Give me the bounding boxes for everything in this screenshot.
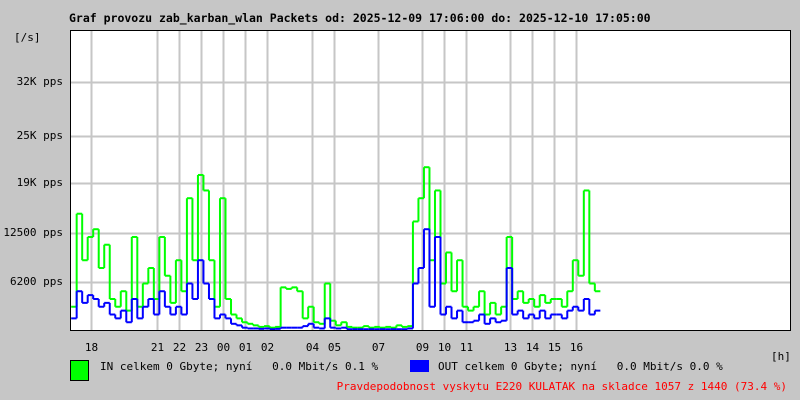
- x-tick-label: 22: [172, 341, 187, 354]
- x-tick-label: 00: [216, 341, 231, 354]
- x-tick-label: 05: [327, 341, 342, 354]
- x-axis-unit: [h]: [771, 350, 791, 363]
- x-tick-label: 09: [415, 341, 430, 354]
- x-tick-label: 15: [547, 341, 562, 354]
- x-tick-label: 11: [459, 341, 474, 354]
- in-legend-swatch: [70, 360, 89, 381]
- y-tick-label: 6200 pps: [10, 274, 63, 288]
- y-tick-label: 25K pps: [16, 128, 63, 142]
- x-tick-label: 21: [150, 341, 165, 354]
- y-tick-label: 32K pps: [16, 74, 63, 88]
- x-tick-label: 18: [84, 341, 99, 354]
- plot-area: [70, 30, 791, 331]
- x-tick-label: 07: [371, 341, 386, 354]
- x-tick-label: 23: [194, 341, 209, 354]
- probability-note: Pravdepodobnost vyskytu E220 KULATAK na …: [336, 380, 787, 393]
- out-legend-text: OUT celkem 0 Gbyte; nyní 0.0 Mbit/s 0.0 …: [438, 360, 723, 373]
- x-tick-label: 02: [260, 341, 275, 354]
- out-legend-swatch: [410, 360, 429, 372]
- x-tick-label: 04: [305, 341, 320, 354]
- x-tick-label: 13: [503, 341, 518, 354]
- x-tick-label: 16: [569, 341, 584, 354]
- y-tick-label: 19K pps: [16, 175, 63, 189]
- x-tick-label: 14: [525, 341, 540, 354]
- in-legend-text: IN celkem 0 Gbyte; nyní 0.0 Mbit/s 0.1 %: [100, 360, 379, 373]
- y-tick-label: 12500 pps: [3, 225, 63, 239]
- x-tick-label: 01: [238, 341, 253, 354]
- x-tick-label: 10: [437, 341, 452, 354]
